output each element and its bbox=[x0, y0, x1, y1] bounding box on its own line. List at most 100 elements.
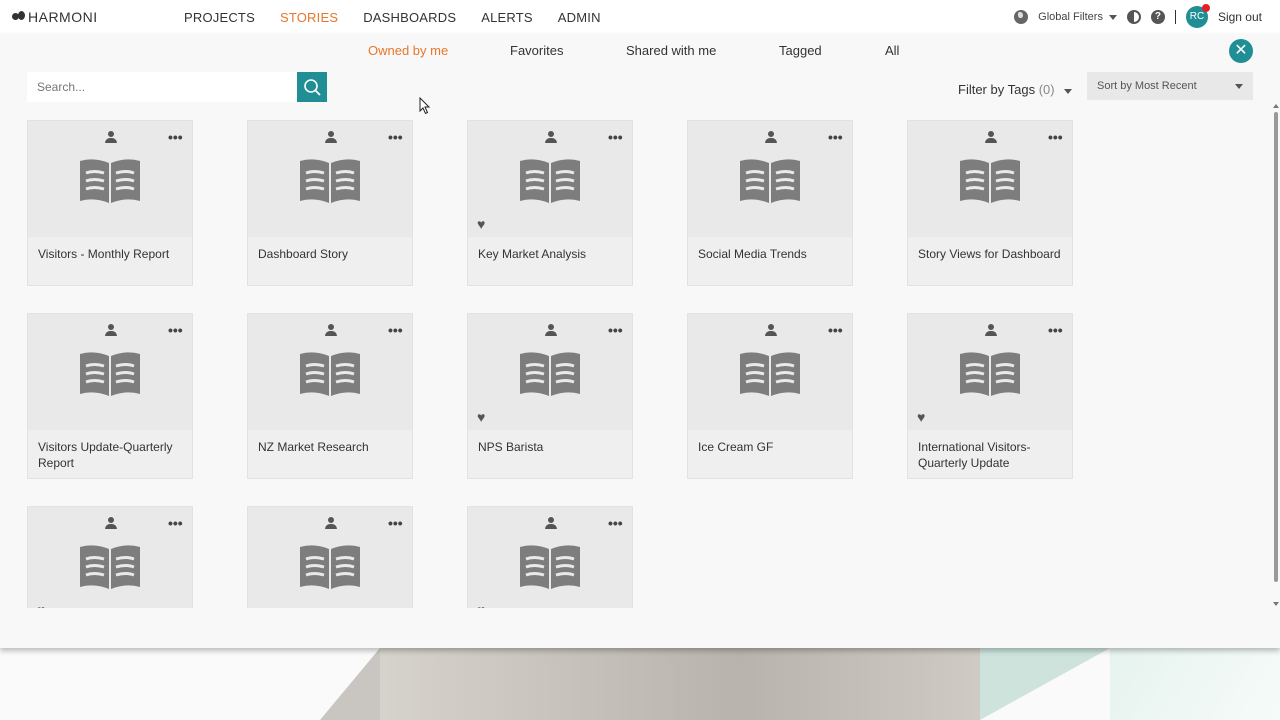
scroll-up-arrow[interactable] bbox=[1273, 104, 1279, 108]
filter-by-tags-dropdown[interactable]: Filter by Tags (0) bbox=[958, 82, 1073, 97]
top-navigation-bar: HARMONI PROJECTS STORIES DASHBOARDS ALER… bbox=[0, 0, 1280, 34]
owner-icon bbox=[765, 324, 777, 336]
story-card[interactable]: ••• ♥ International Visitors-Quarterly Upd… bbox=[907, 313, 1073, 479]
global-filters-dropdown[interactable]: Global Filters bbox=[1038, 11, 1117, 23]
more-options-icon[interactable]: ••• bbox=[168, 323, 183, 337]
brand-name: HARMONI bbox=[28, 9, 98, 25]
story-card[interactable]: ••• NZ Market Research bbox=[247, 313, 413, 479]
owner-icon bbox=[545, 517, 557, 529]
scrollbar[interactable] bbox=[1272, 72, 1280, 648]
stories-grid: ••• Visitors - Monthly Report ••• Dashboard… bbox=[0, 120, 1270, 608]
more-options-icon[interactable]: ••• bbox=[828, 323, 843, 337]
book-icon bbox=[740, 352, 800, 396]
sign-out-link[interactable]: Sign out bbox=[1218, 10, 1262, 24]
search-input[interactable] bbox=[27, 72, 297, 102]
more-options-icon[interactable]: ••• bbox=[388, 516, 403, 530]
tab-shared-with-me[interactable]: Shared with me bbox=[626, 43, 716, 58]
story-card[interactable]: ••• ♥ bbox=[467, 506, 633, 608]
more-options-icon[interactable]: ••• bbox=[1048, 130, 1063, 144]
story-card[interactable]: ••• ♥ Key Market Analysis bbox=[467, 120, 633, 286]
favorite-heart-icon[interactable]: ♥ bbox=[477, 603, 485, 608]
book-icon bbox=[300, 159, 360, 203]
story-card[interactable]: ••• ♥ bbox=[27, 506, 193, 608]
story-card[interactable]: ••• Visitors Update-Quarterly Report bbox=[27, 313, 193, 479]
story-card[interactable]: ••• Ice Cream GF bbox=[687, 313, 853, 479]
story-card[interactable]: ••• Visitors - Monthly Report bbox=[27, 120, 193, 286]
main-nav: PROJECTS STORIES DASHBOARDS ALERTS ADMIN bbox=[184, 10, 601, 25]
nav-projects[interactable]: PROJECTS bbox=[184, 10, 255, 25]
notification-dot bbox=[1201, 4, 1210, 12]
owner-icon bbox=[765, 131, 777, 143]
book-icon bbox=[300, 545, 360, 589]
nav-alerts[interactable]: ALERTS bbox=[481, 10, 533, 25]
story-title[interactable]: NZ Market Research bbox=[258, 439, 408, 455]
close-button[interactable]: ✕ bbox=[1229, 39, 1253, 63]
favorite-heart-icon[interactable]: ♥ bbox=[477, 217, 485, 231]
more-options-icon[interactable]: ••• bbox=[608, 323, 623, 337]
story-card[interactable]: ••• ♥ NPS Barista bbox=[467, 313, 633, 479]
book-icon bbox=[80, 159, 140, 203]
story-card[interactable]: ••• bbox=[247, 506, 413, 608]
owner-icon bbox=[325, 517, 337, 529]
filter-count: (0) bbox=[1038, 82, 1055, 97]
more-options-icon[interactable]: ••• bbox=[608, 130, 623, 144]
globe-icon bbox=[1014, 10, 1029, 24]
more-options-icon[interactable]: ••• bbox=[608, 516, 623, 530]
global-filters-label: Global Filters bbox=[1038, 11, 1103, 23]
story-title[interactable]: Dashboard Story bbox=[258, 246, 408, 262]
story-title[interactable]: Ice Cream GF bbox=[698, 439, 848, 455]
owner-icon bbox=[545, 324, 557, 336]
more-options-icon[interactable]: ••• bbox=[388, 130, 403, 144]
more-options-icon[interactable]: ••• bbox=[388, 323, 403, 337]
sort-select[interactable]: Sort by Most Recent bbox=[1087, 72, 1253, 100]
story-title[interactable]: International Visitors-Quarterly Update bbox=[918, 439, 1068, 471]
search-icon bbox=[304, 79, 321, 96]
filter-label: Filter by Tags bbox=[958, 82, 1036, 97]
story-card[interactable]: ••• Story Views for Dashboard bbox=[907, 120, 1073, 286]
story-title[interactable]: Key Market Analysis bbox=[478, 246, 628, 262]
favorite-heart-icon[interactable]: ♥ bbox=[477, 410, 485, 424]
more-options-icon[interactable]: ••• bbox=[1048, 323, 1063, 337]
book-icon bbox=[740, 159, 800, 203]
book-icon bbox=[520, 545, 580, 589]
tab-favorites[interactable]: Favorites bbox=[510, 43, 563, 58]
tab-owned-by-me[interactable]: Owned by me bbox=[368, 43, 448, 58]
more-options-icon[interactable]: ••• bbox=[168, 130, 183, 144]
help-icon[interactable]: ? bbox=[1150, 10, 1165, 24]
nav-stories[interactable]: STORIES bbox=[280, 10, 338, 25]
owner-icon bbox=[985, 324, 997, 336]
story-card[interactable]: ••• Social Media Trends bbox=[687, 120, 853, 286]
owner-icon bbox=[105, 131, 117, 143]
book-icon bbox=[960, 352, 1020, 396]
story-title[interactable]: Social Media Trends bbox=[698, 246, 848, 262]
more-options-icon[interactable]: ••• bbox=[828, 130, 843, 144]
scroll-down-arrow[interactable] bbox=[1273, 602, 1279, 606]
book-icon bbox=[80, 352, 140, 396]
story-card[interactable]: ••• Dashboard Story bbox=[247, 120, 413, 286]
more-options-icon[interactable]: ••• bbox=[168, 516, 183, 530]
story-title[interactable]: Visitors Update-Quarterly Report bbox=[38, 439, 188, 471]
favorite-heart-icon[interactable]: ♥ bbox=[37, 603, 45, 608]
user-initials: RC bbox=[1189, 11, 1205, 22]
book-icon bbox=[960, 159, 1020, 203]
favorite-heart-icon[interactable]: ♥ bbox=[917, 410, 925, 424]
stories-panel: Owned by me Favorites Shared with me Tag… bbox=[0, 34, 1280, 648]
nav-admin[interactable]: ADMIN bbox=[558, 10, 601, 25]
story-title[interactable]: Visitors - Monthly Report bbox=[38, 246, 188, 262]
book-icon bbox=[80, 545, 140, 589]
book-icon bbox=[520, 159, 580, 203]
theme-toggle-icon[interactable] bbox=[1126, 10, 1141, 24]
nav-dashboards[interactable]: DASHBOARDS bbox=[363, 10, 456, 25]
tab-all[interactable]: All bbox=[885, 43, 899, 58]
story-title[interactable]: Story Views for Dashboard bbox=[918, 246, 1068, 262]
book-icon bbox=[520, 352, 580, 396]
search-button[interactable] bbox=[297, 72, 327, 102]
scrollbar-thumb[interactable] bbox=[1274, 112, 1278, 582]
owner-icon bbox=[105, 517, 117, 529]
chevron-down-icon bbox=[1235, 84, 1243, 89]
brand-logo[interactable]: HARMONI bbox=[12, 9, 98, 25]
close-icon: ✕ bbox=[1234, 42, 1248, 59]
tab-tagged[interactable]: Tagged bbox=[779, 43, 822, 58]
story-title[interactable]: NPS Barista bbox=[478, 439, 628, 455]
avatar[interactable]: RC bbox=[1185, 4, 1210, 28]
